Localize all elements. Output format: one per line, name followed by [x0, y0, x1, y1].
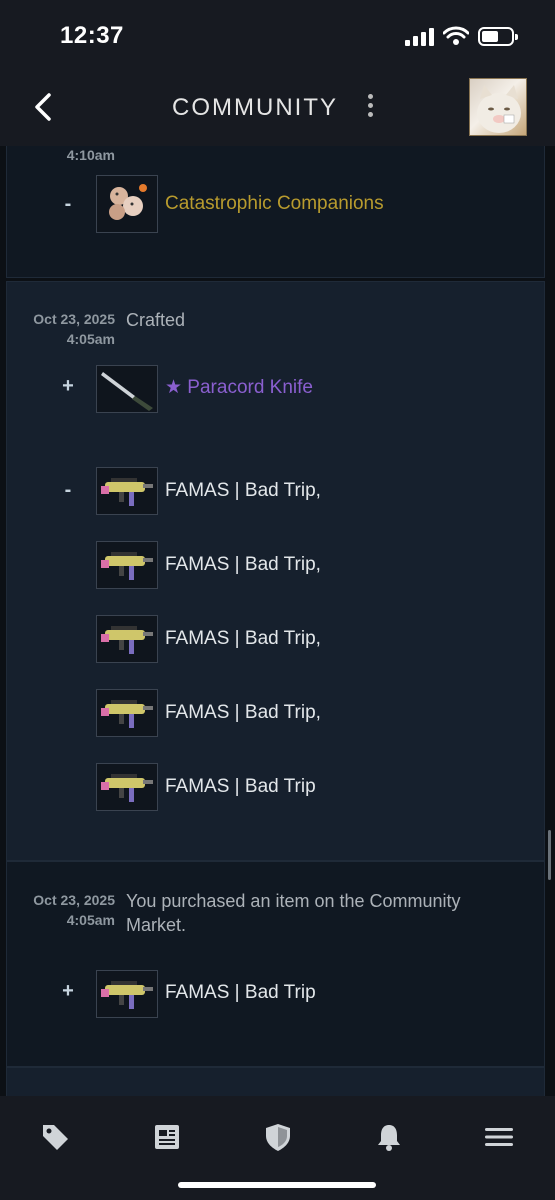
- item-name[interactable]: Catastrophic Companions: [165, 193, 384, 215]
- page-title: COMMUNITY: [172, 94, 338, 121]
- item-thumbnail[interactable]: [96, 970, 158, 1018]
- famas-icon: [101, 552, 153, 580]
- item-thumbnail[interactable]: [96, 467, 158, 515]
- sticker-capsule-icon: [109, 184, 147, 220]
- clock: 12:37: [60, 22, 124, 49]
- famas-icon: [101, 774, 153, 802]
- famas-icon: [101, 981, 153, 1009]
- more-options-icon[interactable]: [365, 94, 375, 122]
- item-sign: -: [64, 193, 72, 215]
- home-indicator[interactable]: [178, 1182, 376, 1188]
- item-thumbnail[interactable]: [96, 689, 158, 737]
- status-bar: 12:37: [0, 0, 555, 68]
- item-thumbnail[interactable]: [96, 615, 158, 663]
- cat-avatar-image: [477, 85, 521, 133]
- avatar[interactable]: [469, 78, 527, 136]
- history-entry: Oct 23, 2025 4:05am Crafted + ★ Paracord…: [6, 281, 545, 861]
- item-name[interactable]: FAMAS | Bad Trip,: [165, 480, 321, 502]
- item-name[interactable]: FAMAS | Bad Trip: [165, 982, 316, 1004]
- entry-time: 4:05am: [66, 912, 115, 928]
- item-thumbnail[interactable]: [96, 175, 158, 233]
- item-sign: -: [64, 479, 72, 501]
- entry-date: Oct 23, 2025: [33, 311, 115, 327]
- item-name[interactable]: FAMAS | Bad Trip,: [165, 628, 321, 650]
- menu-icon[interactable]: [484, 1122, 514, 1152]
- entry-description: Crafted: [126, 310, 186, 330]
- knife-icon: [101, 372, 153, 411]
- history-entry: Oct 23, 2025 4:05am You purchased an ite…: [6, 861, 545, 1067]
- entry-description: You purchased an item on the Community M…: [126, 891, 461, 935]
- history-entry: [6, 1067, 545, 1096]
- famas-icon: [101, 700, 153, 728]
- famas-icon: [101, 626, 153, 654]
- scrollbar[interactable]: [548, 830, 551, 880]
- item-name[interactable]: ★ Paracord Knife: [165, 376, 313, 399]
- item-name[interactable]: FAMAS | Bad Trip,: [165, 554, 321, 576]
- item-thumbnail[interactable]: [96, 541, 158, 589]
- history-entry: 4:10am - Catastrophic Companions: [6, 146, 545, 278]
- shield-icon[interactable]: [263, 1122, 293, 1152]
- inventory-history: 4:10am - Catastrophic Companions Oct 23,…: [0, 146, 555, 1096]
- battery-icon: [478, 27, 518, 46]
- cellular-signal-icon: [405, 28, 434, 46]
- item-sign: +: [62, 980, 74, 1002]
- item-thumbnail[interactable]: [96, 365, 158, 413]
- famas-icon: [101, 478, 153, 506]
- entry-time: 4:05am: [66, 331, 115, 347]
- entry-time: 4:10am: [66, 147, 115, 163]
- item-name[interactable]: FAMAS | Bad Trip: [165, 776, 316, 798]
- item-thumbnail[interactable]: [96, 763, 158, 811]
- wifi-icon: [443, 26, 469, 45]
- bell-icon[interactable]: [374, 1122, 404, 1152]
- entry-date: Oct 23, 2025: [33, 892, 115, 908]
- item-sign: +: [62, 375, 74, 397]
- news-icon[interactable]: [152, 1122, 182, 1152]
- item-name[interactable]: FAMAS | Bad Trip,: [165, 702, 321, 724]
- app-header: COMMUNITY: [0, 68, 555, 146]
- back-arrow-icon[interactable]: [30, 92, 56, 122]
- tag-icon[interactable]: [40, 1122, 70, 1152]
